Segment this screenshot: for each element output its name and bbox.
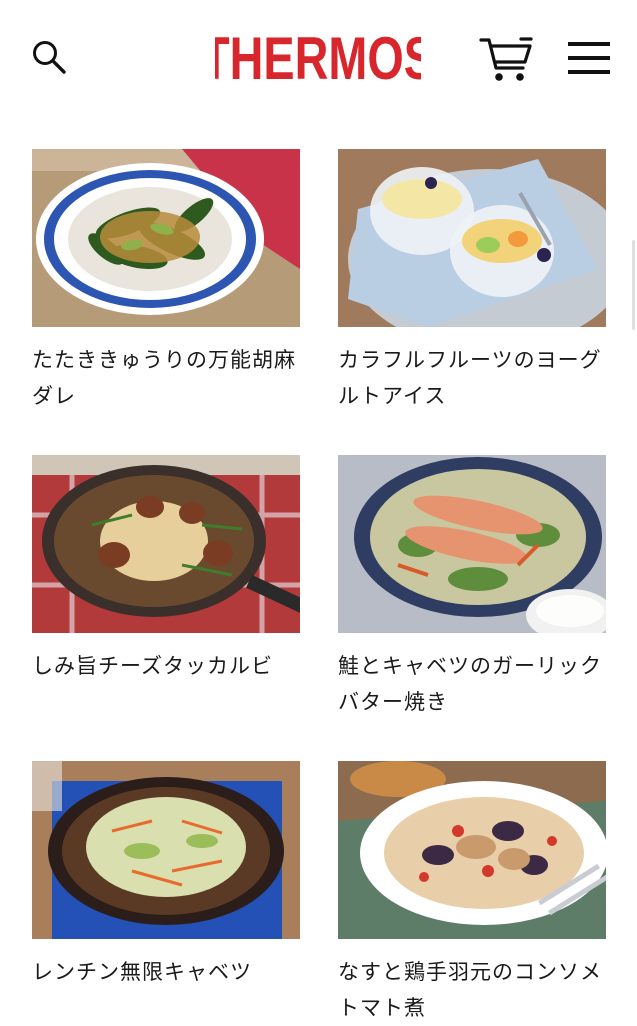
- recipe-photo: [32, 455, 300, 633]
- recipe-title[interactable]: なすと鶏手羽元のコンソメトマト煮: [338, 954, 606, 1026]
- recipe-card[interactable]: しみ旨チーズタッカルビ: [32, 455, 300, 684]
- recipe-photo: [32, 149, 300, 327]
- recipe-title[interactable]: カラフルフルーツのヨーグルトアイス: [338, 342, 606, 414]
- recipe-title[interactable]: しみ旨チーズタッカルビ: [32, 648, 300, 684]
- recipe-card[interactable]: カラフルフルーツのヨーグルトアイス: [338, 149, 606, 414]
- recipe-card[interactable]: レンチン無限キャベツ: [32, 761, 300, 990]
- recipe-photo: [338, 455, 606, 633]
- recipe-card[interactable]: なすと鶏手羽元のコンソメトマト煮: [338, 761, 606, 1026]
- recipe-title[interactable]: たたききゅうりの万能胡麻ダレ: [32, 342, 300, 414]
- recipe-photo: [32, 761, 300, 939]
- recipe-photo: [338, 761, 606, 939]
- recipe-card[interactable]: 鮭とキャベツのガーリックバター焼き: [338, 455, 606, 720]
- recipe-grid: たたききゅうりの万能胡麻ダレ カラフルフルーツのヨーグルトアイス しみ旨チーズタ…: [0, 0, 637, 1024]
- recipe-title[interactable]: レンチン無限キャベツ: [32, 954, 300, 990]
- recipe-title[interactable]: 鮭とキャベツのガーリックバター焼き: [338, 648, 606, 720]
- recipe-card[interactable]: たたききゅうりの万能胡麻ダレ: [32, 149, 300, 414]
- scrollbar[interactable]: [632, 240, 635, 330]
- recipe-photo: [338, 149, 606, 327]
